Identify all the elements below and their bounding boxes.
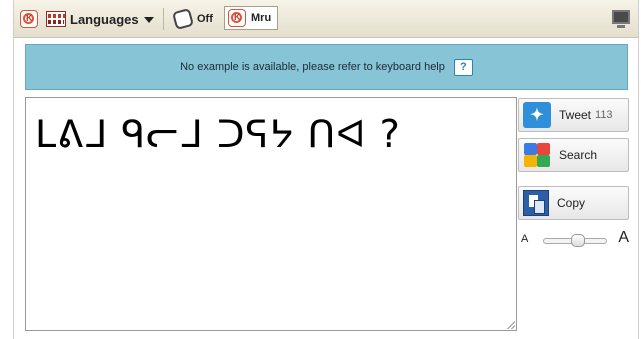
tweet-button[interactable]: ✦ Tweet 113 (518, 98, 629, 132)
off-label: Off (197, 13, 213, 25)
copy-button[interactable]: Copy (518, 186, 629, 220)
font-small-label: A (521, 233, 529, 245)
resize-handle[interactable] (507, 321, 515, 329)
text-editor[interactable]: ᒪᕕᒧ ᑫᓕᒧ ᑐᕋᔭ ᑎᐊ ? (25, 97, 517, 331)
twitter-icon: ✦ (523, 102, 551, 128)
google-icon (523, 142, 551, 168)
copy-label: Copy (557, 196, 586, 210)
editor-text: ᒪᕕᒧ ᑫᓕᒧ ᑐᕋᔭ ᑎᐊ ? (35, 112, 401, 156)
font-size-control: A A (521, 228, 629, 248)
monitor-icon[interactable] (612, 10, 630, 28)
search-button[interactable]: Search (518, 138, 629, 172)
font-large-label: A (618, 229, 629, 246)
mru-keyboard-button[interactable]: K Mru (224, 6, 278, 30)
off-keyboard-button[interactable]: Off (171, 7, 213, 31)
keyman-icon: K (20, 10, 38, 28)
font-size-slider[interactable] (570, 234, 585, 247)
mru-label: Mru (251, 12, 272, 24)
copy-icon (523, 190, 549, 216)
example-banner: No example is available, please refer to… (25, 44, 628, 90)
toolbar: K Languages Off K Mru (14, 0, 638, 38)
tweet-count: 113 (595, 109, 613, 121)
banner-text: No example is available, please refer to… (180, 61, 445, 73)
search-label: Search (559, 148, 598, 162)
languages-menu[interactable]: Languages (46, 7, 154, 31)
app-frame: K Languages Off K Mru No example is avai… (13, 0, 639, 339)
chevron-down-icon (143, 17, 154, 23)
app-menu-button[interactable]: K (20, 7, 38, 31)
languages-label: Languages (70, 11, 139, 27)
tweet-label: Tweet (559, 108, 592, 122)
keyboard-icon (46, 11, 66, 27)
off-keyboard-icon (171, 7, 195, 31)
toolbar-divider (163, 8, 164, 30)
keyman-icon: K (228, 9, 246, 27)
help-icon[interactable]: ? (453, 58, 473, 76)
